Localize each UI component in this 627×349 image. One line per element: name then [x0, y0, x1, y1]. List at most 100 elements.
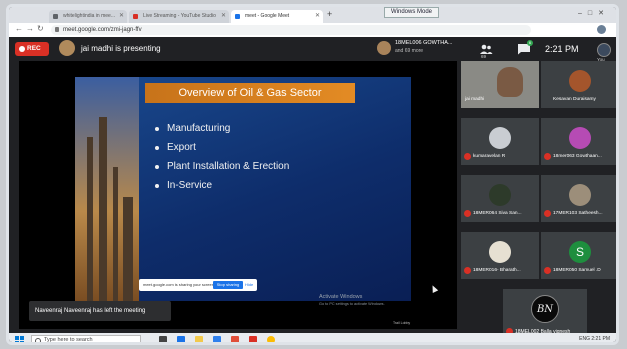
pinned-more: and 69 more — [395, 48, 424, 54]
participant-grid: jai madhi Kesavan Duraisamy kumaravelan … — [461, 61, 616, 342]
participant-tile[interactable]: 18MER016- Bharath... — [461, 232, 539, 279]
participant-logo: BN — [531, 295, 559, 323]
participant-tile[interactable]: 18MER064 Siva San... — [461, 175, 539, 222]
bullet-item: In-Service — [155, 176, 289, 195]
bullet-item: Manufacturing — [155, 119, 289, 138]
mic-off-icon — [544, 210, 551, 217]
close-icon[interactable]: ✕ — [315, 10, 320, 23]
participant-avatar — [569, 127, 591, 149]
slide-bullets: Manufacturing Export Plant Installation … — [155, 119, 289, 195]
share-text: meet.google.com is sharing your screen. — [143, 282, 216, 287]
participant-avatar: S — [569, 241, 591, 263]
browser-tab-3-active[interactable]: meet - Google Meet ✕ — [231, 10, 323, 23]
forward-icon[interactable]: → — [26, 24, 34, 33]
youtube-icon — [133, 14, 138, 19]
windows-taskbar: Type here to search ENG 2:21 PM — [9, 333, 616, 343]
self-avatar[interactable] — [597, 43, 611, 57]
chrome-icon[interactable] — [267, 336, 275, 342]
mic-off-icon — [464, 267, 471, 274]
participant-avatar — [489, 127, 511, 149]
participant-name: jai madhi — [465, 97, 485, 102]
participant-name: 18MER016- Bharath... — [473, 268, 521, 273]
window-controls[interactable]: –□✕ — [578, 9, 610, 17]
address-bar: ← → ↻ meet.google.com/zmi-jagn-ffv — [9, 23, 616, 38]
slide-footer: Trail Lobby — [393, 321, 411, 325]
close-icon[interactable]: ✕ — [119, 10, 124, 23]
pinned-avatar — [377, 41, 391, 55]
people-count: 69 — [481, 54, 487, 59]
participant-name: 18MER064 Siva San... — [473, 211, 522, 216]
participant-tile[interactable]: 17MER103 Satheesh... — [541, 175, 616, 222]
participant-name: kumaravelan R — [473, 154, 506, 159]
presentation-area: Overview of Oil & Gas Sector Manufacturi… — [19, 61, 457, 329]
chat-badge: 6 — [527, 40, 533, 46]
mic-off-icon — [464, 153, 471, 160]
participant-name: 18mer063 Gowthaan... — [553, 154, 602, 159]
meet-icon — [235, 14, 240, 19]
participant-name: Kesavan Duraisamy — [553, 97, 596, 102]
lock-icon — [55, 27, 59, 32]
new-tab-button[interactable]: + — [327, 9, 332, 19]
participant-tile[interactable]: 18mer063 Gowthaan... — [541, 118, 616, 165]
participant-avatar — [489, 241, 511, 263]
edge-icon[interactable] — [177, 336, 185, 342]
slide-title: Overview of Oil & Gas Sector — [145, 83, 355, 103]
tab-label: Live Streaming - YouTube Studio — [143, 13, 216, 19]
stop-sharing-button[interactable]: Stop sharing — [213, 281, 243, 289]
reload-icon[interactable]: ↻ — [37, 24, 44, 33]
system-tray: ENG 2:21 PM — [579, 336, 610, 342]
participant-tile[interactable]: S 18MER050 Samuel .D — [541, 232, 616, 279]
bullet-item: Plant Installation & Erection — [155, 157, 289, 176]
participant-name: 18MER050 Samuel .D — [553, 268, 601, 273]
participant-avatar — [569, 184, 591, 206]
browser-tab-2[interactable]: Live Streaming - YouTube Studio ✕ — [129, 10, 229, 23]
participant-video — [497, 67, 523, 97]
mic-off-icon — [544, 267, 551, 274]
tab-label: whitelightindia in mee... — [63, 13, 115, 19]
activate-windows-sub: Go to PC settings to activate Windows. — [319, 302, 385, 306]
rec-label: REC — [27, 45, 41, 52]
mic-off-icon — [544, 153, 551, 160]
store-icon[interactable] — [213, 336, 221, 342]
browser-tab-strip: whitelightindia in mee... ✕ Live Streami… — [9, 7, 616, 23]
tab-favicon-icon — [53, 14, 58, 19]
bullet-item: Export — [155, 138, 289, 157]
windows-start-icon[interactable] — [15, 336, 24, 342]
hide-button[interactable]: Hide — [245, 281, 253, 289]
participant-tile[interactable]: BN 18MEL002 Balla vignesh — [503, 289, 587, 339]
record-dot-icon — [19, 46, 25, 52]
activate-windows-title: Activate Windows — [319, 294, 363, 300]
pinned-name: 18MEL006 GOWTHA... — [395, 40, 453, 46]
presenter-avatar — [59, 40, 75, 56]
profile-avatar[interactable] — [597, 25, 606, 34]
meet-window: REC jai madhi is presenting 18MEL006 GOW… — [9, 37, 616, 342]
slide: Overview of Oil & Gas Sector Manufacturi… — [75, 77, 411, 301]
task-view-icon[interactable] — [159, 336, 167, 342]
participant-tile[interactable]: jai madhi — [461, 61, 539, 108]
taskbar-search[interactable]: Type here to search — [31, 335, 141, 343]
close-icon[interactable]: ✕ — [221, 10, 226, 23]
participant-tile[interactable]: Kesavan Duraisamy — [541, 61, 616, 108]
folder-icon[interactable] — [195, 336, 203, 342]
refinery-image — [75, 77, 139, 301]
participant-avatar — [489, 184, 511, 206]
url-field[interactable]: meet.google.com/zmi-jagn-ffv — [51, 25, 531, 35]
tab-label: meet - Google Meet — [245, 13, 290, 19]
mic-off-icon — [464, 210, 471, 217]
meet-top-bar: REC jai madhi is presenting 18MEL006 GOW… — [9, 37, 616, 62]
participant-name: 17MER103 Satheesh... — [553, 211, 603, 216]
back-icon[interactable]: ← — [15, 24, 23, 33]
recording-badge: REC — [15, 42, 49, 56]
presenter-status: jai madhi is presenting — [81, 44, 161, 53]
participant-tile[interactable]: kumaravelan R — [461, 118, 539, 165]
search-placeholder: Type here to search — [44, 337, 93, 343]
windows-mode-label: Windows Mode — [384, 7, 440, 18]
screen-share-notice: meet.google.com is sharing your screen. … — [139, 279, 257, 291]
office-icon[interactable] — [231, 336, 239, 342]
app-icon[interactable] — [249, 336, 257, 342]
browser-tab-1[interactable]: whitelightindia in mee... ✕ — [49, 10, 127, 23]
participant-avatar — [569, 70, 591, 92]
meeting-clock: 2:21 PM — [545, 44, 579, 54]
left-meeting-toast: Naveenraj Naveenraj has left the meeting — [29, 301, 171, 321]
screen-frame: whitelightindia in mee... ✕ Live Streami… — [6, 4, 619, 345]
